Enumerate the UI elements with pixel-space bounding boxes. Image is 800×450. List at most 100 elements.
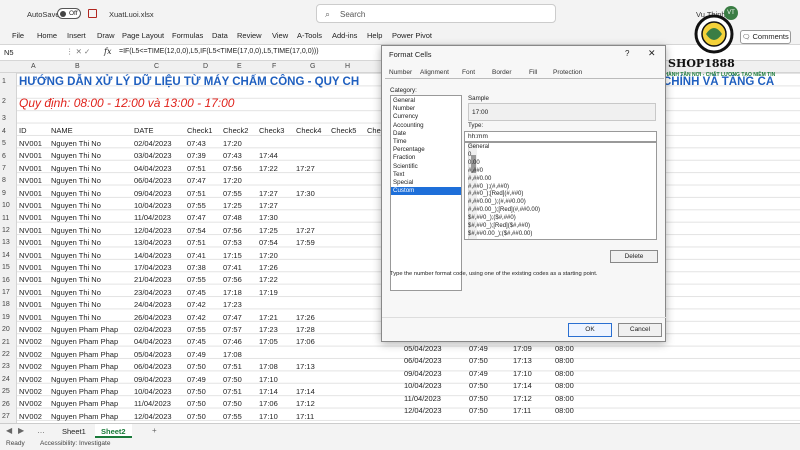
row-header[interactable]: 12 <box>2 227 10 234</box>
table-cell[interactable]: Nguyen Pham Phap <box>51 375 118 384</box>
menu-a-tools[interactable]: A-Tools <box>297 31 322 40</box>
table-cell[interactable]: 07:51 <box>223 362 242 371</box>
table-cell[interactable]: 17:06 <box>259 399 278 408</box>
menu-insert[interactable]: Insert <box>67 31 86 40</box>
table-cell[interactable]: 17:27 <box>259 189 278 198</box>
menu-data[interactable]: Data <box>212 31 228 40</box>
table-cell[interactable]: 17:13 <box>513 356 532 365</box>
row-header[interactable]: 6 <box>2 153 6 160</box>
table-cell[interactable]: Nguyen Pham Phap <box>51 350 118 359</box>
table-cell[interactable]: 07:45 <box>187 337 206 346</box>
table-cell[interactable]: 17:26 <box>296 313 315 322</box>
table-cell[interactable]: NV001 <box>19 251 42 260</box>
category-item[interactable]: Time <box>391 138 461 146</box>
col-header[interactable]: C <box>154 63 159 70</box>
table-cell[interactable]: 07:43 <box>187 139 206 148</box>
table-cell[interactable]: 17:15 <box>223 251 242 260</box>
table-cell[interactable]: Nguyen Thi No <box>51 300 101 309</box>
tab-sheet1[interactable]: Sheet1 <box>56 424 92 438</box>
table-cell[interactable]: 17:25 <box>259 226 278 235</box>
table-cell[interactable]: 21/04/2023 <box>134 275 172 284</box>
table-cell[interactable]: 17:30 <box>259 213 278 222</box>
table-cell[interactable]: 07:56 <box>223 164 242 173</box>
row-header[interactable]: 5 <box>2 140 6 147</box>
table-cell[interactable]: 07:50 <box>187 387 206 396</box>
table-cell[interactable]: 08:00 <box>555 369 574 378</box>
col-header[interactable]: B <box>75 63 80 70</box>
menu-draw[interactable]: Draw <box>97 31 115 40</box>
formula-input[interactable]: =IF(L5<=TIME(12,0,0),L5,IF(L5<TIME(17,0,… <box>119 48 319 55</box>
row-header[interactable]: 27 <box>2 413 10 420</box>
cancel-button[interactable]: Cancel <box>618 323 662 337</box>
col-header[interactable]: H <box>345 63 350 70</box>
table-cell[interactable]: NV001 <box>19 213 42 222</box>
menu-page-layout[interactable]: Page Layout <box>122 31 164 40</box>
table-cell[interactable]: 08:00 <box>555 394 574 403</box>
table-cell[interactable]: NV001 <box>19 238 42 247</box>
table-cell[interactable]: 06/04/2023 <box>134 362 172 371</box>
close-icon[interactable]: ✕ <box>648 48 656 59</box>
row-header[interactable]: 4 <box>2 128 6 135</box>
table-cell[interactable]: NV001 <box>19 164 42 173</box>
tab-sheet2[interactable]: Sheet2 <box>95 424 132 438</box>
table-cell[interactable]: NV001 <box>19 189 42 198</box>
next-sheet-icon[interactable]: ▶ <box>18 426 24 435</box>
table-cell[interactable]: 07:50 <box>223 375 242 384</box>
table-cell[interactable]: 17:14 <box>513 381 532 390</box>
table-cell[interactable]: 17:20 <box>259 251 278 260</box>
format-code-item[interactable]: $#,##0_);($#,##0) <box>468 215 516 221</box>
table-cell[interactable]: NV002 <box>19 325 42 334</box>
table-cell[interactable]: 07:54 <box>187 226 206 235</box>
table-cell[interactable]: 07:47 <box>223 313 242 322</box>
type-input[interactable]: hh:mm <box>464 131 657 142</box>
menu-file[interactable]: File <box>12 31 24 40</box>
table-cell[interactable]: 24/04/2023 <box>134 300 172 309</box>
ok-button[interactable]: OK <box>568 323 612 337</box>
table-cell[interactable]: 07:45 <box>187 288 206 297</box>
name-box[interactable]: N5 <box>4 48 14 57</box>
table-cell[interactable]: 07:49 <box>187 375 206 384</box>
table-cell[interactable]: 07:57 <box>223 325 242 334</box>
table-cell[interactable]: 10/04/2023 <box>134 387 172 396</box>
table-cell[interactable]: 17:28 <box>296 325 315 334</box>
table-cell[interactable]: 17:10 <box>513 369 532 378</box>
table-cell[interactable]: 07:51 <box>187 164 206 173</box>
col-header[interactable]: E <box>237 63 242 70</box>
table-cell[interactable]: 07:41 <box>187 251 206 260</box>
table-cell[interactable]: 17:27 <box>259 201 278 210</box>
table-cell[interactable]: 11/04/2023 <box>404 394 441 403</box>
table-cell[interactable]: 07:47 <box>187 213 206 222</box>
menu-help[interactable]: Help <box>367 31 382 40</box>
category-item[interactable]: Currency <box>391 113 461 121</box>
table-cell[interactable]: Nguyen Pham Phap <box>51 387 118 396</box>
header-cell[interactable]: Check4 <box>296 126 321 135</box>
table-cell[interactable]: 05/04/2023 <box>404 344 442 353</box>
category-item[interactable]: Fraction <box>391 154 461 162</box>
table-cell[interactable]: 17:08 <box>223 350 242 359</box>
table-cell[interactable]: 02/04/2023 <box>134 325 172 334</box>
format-code-item[interactable]: 0 <box>468 152 471 158</box>
format-code-item[interactable]: #,##0_);[Red](#,##0) <box>468 191 523 197</box>
table-cell[interactable]: Nguyen Thi No <box>51 288 101 297</box>
table-cell[interactable]: Nguyen Pham Phap <box>51 399 118 408</box>
format-code-item[interactable]: #,##0.00_);(#,##0.00) <box>468 199 526 205</box>
table-cell[interactable]: 03/04/2023 <box>134 151 172 160</box>
table-cell[interactable]: 17:12 <box>296 399 315 408</box>
table-cell[interactable]: 17:23 <box>259 325 278 334</box>
row-header[interactable]: 10 <box>2 202 10 209</box>
table-cell[interactable]: 17:14 <box>259 387 278 396</box>
table-cell[interactable]: 12/04/2023 <box>134 412 172 421</box>
search-box[interactable]: ⌕ Search <box>316 4 556 23</box>
format-code-item[interactable]: General <box>468 144 489 150</box>
fx-icon[interactable]: fx <box>104 47 111 56</box>
table-cell[interactable]: 12/04/2023 <box>404 406 442 415</box>
table-cell[interactable]: 13/04/2023 <box>134 238 172 247</box>
col-header[interactable]: A <box>31 63 36 70</box>
table-cell[interactable]: NV002 <box>19 362 42 371</box>
table-cell[interactable]: 07:39 <box>187 151 206 160</box>
menu-review[interactable]: Review <box>237 31 262 40</box>
table-cell[interactable]: 06/04/2023 <box>404 356 442 365</box>
table-cell[interactable]: 09/04/2023 <box>404 369 442 378</box>
table-cell[interactable]: 07:42 <box>187 313 206 322</box>
table-cell[interactable]: 17:09 <box>513 344 532 353</box>
